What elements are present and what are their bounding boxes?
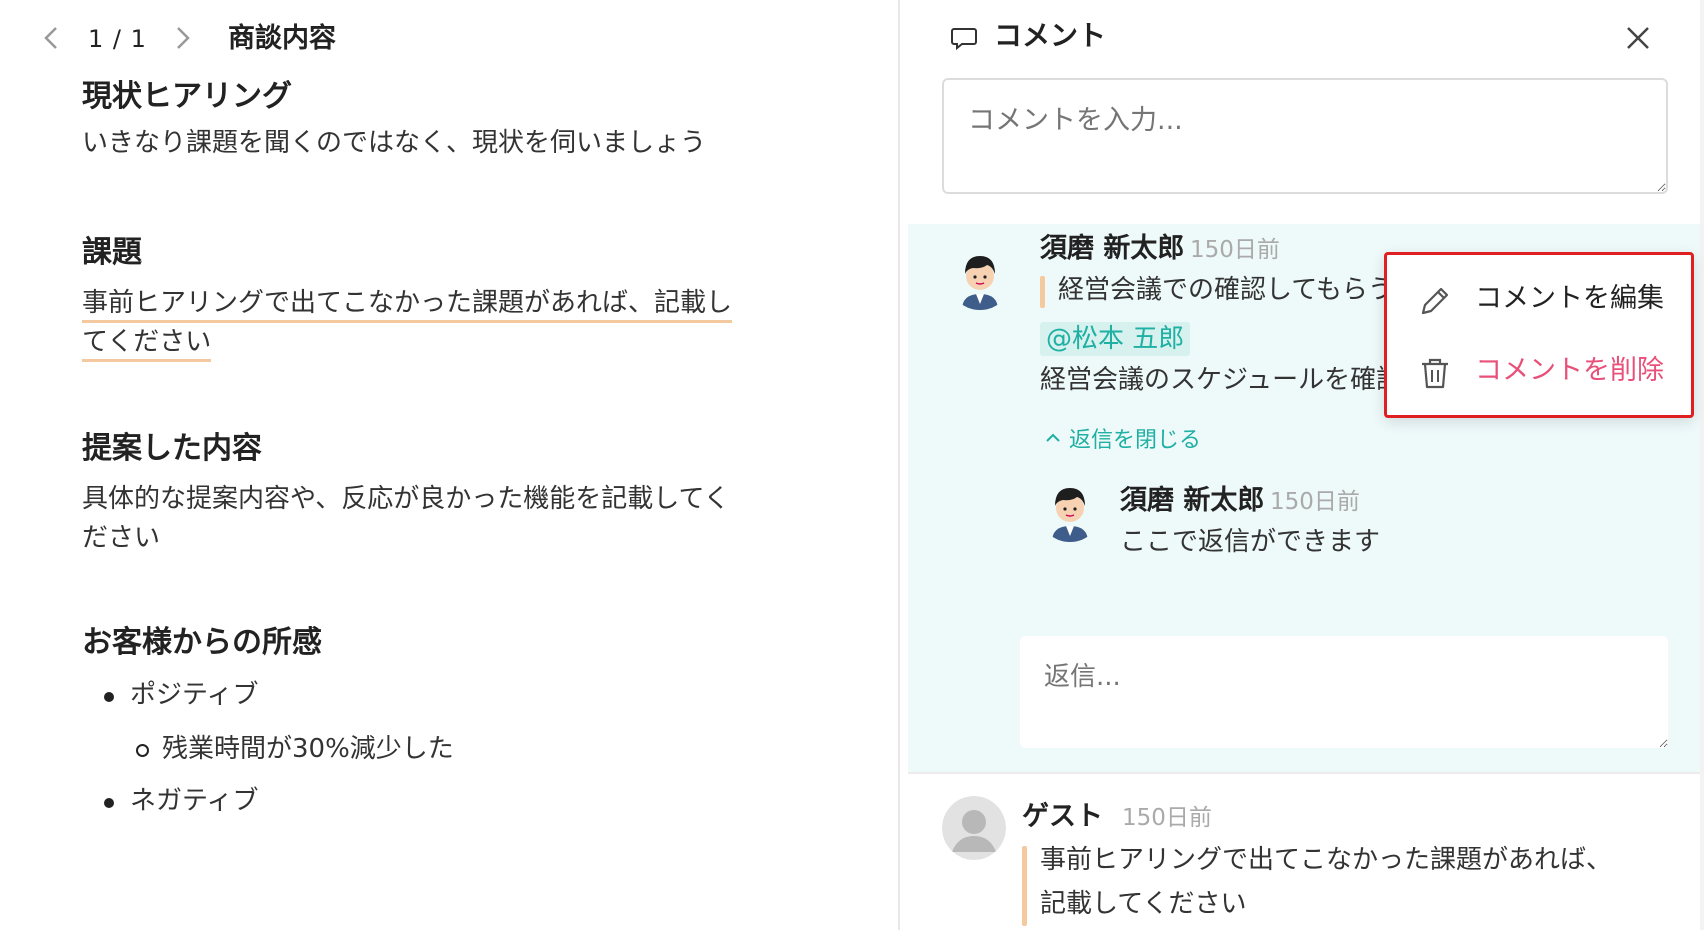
scrollbar-track[interactable]: [1700, 0, 1704, 930]
guest-timestamp: 150日前: [1122, 805, 1212, 831]
list-item-negative[interactable]: ネガティブ: [104, 784, 258, 818]
trash-icon: [1422, 358, 1448, 389]
section-body-current-hearing[interactable]: いきなり課題を聞くのではなく、現状を伺いましょう: [82, 124, 802, 163]
guest-avatar: [942, 796, 1006, 860]
commented-text-highlight[interactable]: てください: [82, 327, 212, 362]
section-heading-proposal: 提案した内容: [82, 431, 262, 466]
quote-bar: [1022, 846, 1027, 926]
guest-comment-line-2: 記載してください: [1040, 889, 1247, 919]
section-heading-current-hearing: 現状ヒアリング: [82, 79, 292, 114]
avatar: [1038, 478, 1102, 542]
panel-title: コメント: [994, 19, 1107, 52]
comment-author: 須磨 新太郎: [1040, 233, 1185, 264]
proposal-line-1: 具体的な提案内容や、反応が良かった機能を記載してく: [82, 484, 730, 514]
comment-context-menu: コメントを編集 コメントを削除: [1384, 252, 1694, 418]
prev-page-chevron-left-icon[interactable]: [38, 24, 66, 52]
mention-tag[interactable]: @松本 五郎: [1040, 322, 1191, 356]
proposal-line-2: ださい: [82, 523, 161, 553]
quote-bar: [1040, 276, 1045, 308]
avatar: [948, 246, 1012, 310]
chevron-up-icon: [1044, 426, 1062, 456]
edit-comment-label: コメントを編集: [1475, 283, 1664, 314]
edit-comment-menu-item[interactable]: コメントを編集: [1387, 265, 1691, 335]
close-icon[interactable]: [1620, 20, 1656, 56]
list-item-positive-sub[interactable]: 残業時間が30%減少した: [136, 732, 454, 766]
reply-input[interactable]: [1020, 636, 1668, 748]
pencil-icon: [1421, 287, 1449, 315]
section-heading-issues: 課題: [82, 235, 142, 270]
reply-timestamp: 150日前: [1270, 489, 1360, 515]
comment-quote: 経営会議での確認してもらう: [1058, 275, 1394, 305]
page-counter: 1 / 1: [88, 25, 147, 53]
comment-text: 経営会議のスケジュールを確認: [1040, 365, 1403, 395]
guest-comment-line-1: 事前ヒアリングで出てこなかった課題があれば、: [1040, 845, 1613, 875]
comment-panel: コメント 須磨 新太郎 150日前 経営会議での確認してもらう @松本 五郎 経…: [900, 0, 1704, 930]
delete-comment-label: コメントを削除: [1475, 355, 1664, 386]
commented-text-highlight[interactable]: 事前ヒアリングで出てこなかった課題があれば、記載し: [82, 288, 733, 323]
document-title: 商談内容: [228, 23, 336, 54]
next-page-chevron-right-icon[interactable]: [168, 24, 196, 52]
section-body-proposal[interactable]: 具体的な提案内容や、反応が良かった機能を記載してく ださい: [82, 480, 802, 558]
reply-author: 須磨 新太郎: [1120, 485, 1265, 516]
comment-timestamp: 150日前: [1190, 237, 1280, 263]
collapse-replies-link[interactable]: 返信を閉じる: [1044, 426, 1201, 456]
comment-bubble-icon: [950, 24, 978, 52]
guest-author: ゲスト: [1022, 801, 1103, 832]
delete-comment-menu-item[interactable]: コメントを削除: [1387, 337, 1691, 407]
reply-text: ここで返信ができます: [1120, 527, 1381, 557]
document-pane: 1 / 1 商談内容 現状ヒアリング いきなり課題を聞くのではなく、現状を伺いま…: [0, 0, 898, 930]
comment-separator: [908, 772, 1704, 774]
list-item-positive[interactable]: ポジティブ: [104, 678, 258, 712]
section-heading-customer-feedback: お客様からの所感: [82, 625, 322, 660]
comment-input[interactable]: [942, 78, 1668, 194]
section-body-issues[interactable]: 事前ヒアリングで出てこなかった課題があれば、記載し てください: [82, 284, 802, 362]
